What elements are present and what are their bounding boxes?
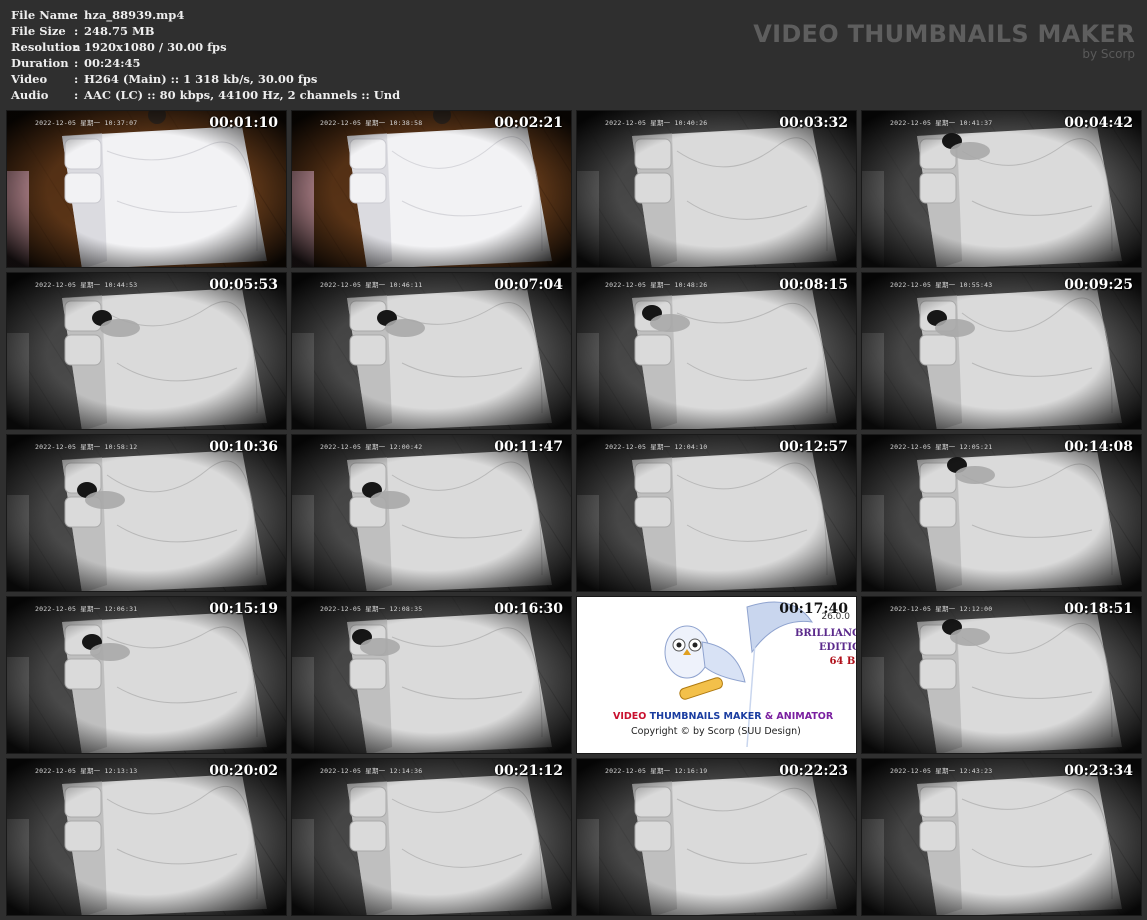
video-thumbnail[interactable]: 2022-12-05 星期一 12:04:10 00:12:57 [576, 434, 857, 592]
camera-osd-timestamp: 2022-12-05 星期一 10:48:26 [605, 281, 708, 289]
thumbnail-timestamp: 00:04:42 [1064, 115, 1133, 131]
camera-osd-timestamp: 2022-12-05 星期一 10:37:07 [35, 119, 138, 127]
video-thumbnail[interactable]: 2022-12-05 星期一 10:48:26 00:08:15 [576, 272, 857, 430]
video-thumbnail[interactable]: 2022-12-05 星期一 12:14:36 00:21:12 [291, 758, 572, 916]
meta-separator: : [74, 88, 79, 102]
meta-key: Resolution [11, 40, 81, 54]
thumbnail-timestamp: 00:11:47 [494, 439, 563, 455]
video-thumbnail[interactable]: 2022-12-05 星期一 12:16:19 00:22:23 [576, 758, 857, 916]
meta-value: 248.75 MB [84, 24, 155, 38]
meta-row: Resolution: 1920x1080 / 30.00 fps [11, 39, 400, 55]
video-thumbnail[interactable]: 2022-12-05 星期一 10:40:26 00:03:32 [576, 110, 857, 268]
video-thumbnail[interactable]: 2022-12-05 星期一 10:46:11 00:07:04 [291, 272, 572, 430]
promo-product-name: VIDEO THUMBNAILS MAKER & ANIMATOR [613, 711, 833, 722]
video-thumbnail[interactable]: 2022-12-05 星期一 12:13:13 00:20:02 [6, 758, 287, 916]
meta-row: Duration:00:24:45 [11, 55, 400, 71]
meta-row: File Name: hza_88939.mp4 [11, 7, 400, 23]
meta-key: File Name [11, 8, 77, 22]
camera-osd-timestamp: 2022-12-05 星期一 10:41:37 [890, 119, 993, 127]
meta-value: hza_88939.mp4 [84, 8, 185, 22]
camera-osd-timestamp: 2022-12-05 星期一 12:00:42 [320, 443, 423, 451]
thumbnail-timestamp: 00:10:36 [209, 439, 278, 455]
promo-edition: BRILLIANC EDITIC 64 BI [794, 627, 857, 669]
promo-edition-line: EDITIC [818, 642, 857, 653]
meta-row: Video: H264 (Main) :: 1 318 kb/s, 30.00 f… [11, 71, 400, 87]
meta-value: 1920x1080 / 30.00 fps [84, 40, 227, 54]
thumbnail-timestamp: 00:22:23 [779, 763, 848, 779]
header: File Name: hza_88939.mp4 File Size:248.75 … [0, 0, 1147, 108]
brand-subtitle: by Scorp [1082, 47, 1135, 61]
meta-separator: : [74, 40, 79, 54]
meta-separator: : [74, 56, 79, 70]
thumbnail-timestamp: 00:01:10 [209, 115, 278, 131]
camera-osd-timestamp: 2022-12-05 星期一 10:58:12 [35, 443, 138, 451]
camera-osd-timestamp: 2022-12-05 星期一 12:14:36 [320, 767, 423, 775]
promo-name-part: & ANIMATOR [764, 711, 834, 722]
video-thumbnail[interactable]: 2022-12-05 星期一 12:06:31 00:15:19 [6, 596, 287, 754]
meta-key: Video [11, 72, 48, 86]
thumbnail-timestamp: 00:09:25 [1064, 277, 1133, 293]
camera-osd-timestamp: 2022-12-05 星期一 12:13:13 [35, 767, 138, 775]
promo-name-part: VIDEO [613, 711, 650, 722]
video-thumbnail[interactable]: 2022-12-05 星期一 10:41:37 00:04:42 [861, 110, 1142, 268]
thumbnail-timestamp: 00:20:02 [209, 763, 278, 779]
thumbnail-timestamp: 00:02:21 [494, 115, 563, 131]
thumbnail-timestamp: 00:07:04 [494, 277, 563, 293]
video-thumbnail[interactable]: 2022-12-05 星期一 12:12:00 00:18:51 [861, 596, 1142, 754]
meta-value: 00:24:45 [84, 56, 141, 70]
meta-key: Audio [11, 88, 49, 102]
thumbnail-timestamp: 00:03:32 [779, 115, 848, 131]
camera-osd-timestamp: 2022-12-05 星期一 10:44:53 [35, 281, 138, 289]
thumbnail-timestamp: 00:05:53 [209, 277, 278, 293]
camera-osd-timestamp: 2022-12-05 星期一 10:46:11 [320, 281, 423, 289]
thumbnail-timestamp: 00:12:57 [779, 439, 848, 455]
thumbnail-timestamp: 00:17:40 [779, 601, 848, 617]
video-thumbnail[interactable]: 2022-12-05 星期一 10:44:53 00:05:53 [6, 272, 287, 430]
camera-osd-timestamp: 2022-12-05 星期一 12:04:10 [605, 443, 708, 451]
camera-osd-timestamp: 2022-12-05 星期一 12:12:00 [890, 605, 993, 613]
meta-key: Duration [11, 56, 69, 70]
thumbnail-timestamp: 00:23:34 [1064, 763, 1133, 779]
camera-osd-timestamp: 2022-12-05 星期一 10:38:58 [320, 119, 423, 127]
promo-name-part: THUMBNAILS MAKER [649, 711, 765, 722]
video-thumbnail[interactable]: 2022-12-05 星期一 10:55:43 00:09:25 [861, 272, 1142, 430]
thumbnail-timestamp: 00:14:08 [1064, 439, 1133, 455]
promo-edition-line: 64 BI [829, 656, 857, 667]
video-thumbnail[interactable]: 2022-12-05 星期一 12:00:42 00:11:47 [291, 434, 572, 592]
thumbnail-timestamp: 00:08:15 [779, 277, 848, 293]
camera-osd-timestamp: 2022-12-05 星期一 12:16:19 [605, 767, 708, 775]
meta-value: H264 (Main) :: 1 318 kb/s, 30.00 fps [84, 72, 318, 86]
meta-separator: : [74, 24, 79, 38]
camera-osd-timestamp: 2022-12-05 星期一 12:05:21 [890, 443, 993, 451]
thumbnail-timestamp: 00:15:19 [209, 601, 278, 617]
thumbnail-timestamp: 00:21:12 [494, 763, 563, 779]
video-thumbnail[interactable]: 2022-12-05 星期一 12:05:21 00:14:08 [861, 434, 1142, 592]
promo-copyright: Copyright © by Scorp (SUU Design) [631, 726, 801, 737]
meta-key: File Size [11, 24, 66, 38]
thumbnail-timestamp: 00:18:51 [1064, 601, 1133, 617]
thumbnail-timestamp: 00:16:30 [494, 601, 563, 617]
camera-osd-timestamp: 2022-12-05 星期一 12:08:35 [320, 605, 423, 613]
brand-watermark: VIDEO THUMBNAILS MAKER by Scorp [753, 20, 1135, 61]
meta-row: File Size:248.75 MB [11, 23, 400, 39]
camera-osd-timestamp: 2022-12-05 星期一 12:43:23 [890, 767, 993, 775]
video-thumbnail[interactable]: 2022-12-05 星期一 10:37:07 00:01:10 [6, 110, 287, 268]
video-thumbnail[interactable]: 2022-12-05 星期一 12:43:23 00:23:34 [861, 758, 1142, 916]
video-thumbnail[interactable]: 2022-12-05 星期一 10:58:12 00:10:36 [6, 434, 287, 592]
video-thumbnail[interactable]: 2022-12-05 星期一 12:08:35 00:16:30 [291, 596, 572, 754]
camera-osd-timestamp: 2022-12-05 星期一 10:40:26 [605, 119, 708, 127]
meta-value: AAC (LC) :: 80 kbps, 44100 Hz, 2 channel… [84, 88, 401, 102]
camera-osd-timestamp: 2022-12-05 星期一 10:55:43 [890, 281, 993, 289]
meta-separator: : [74, 72, 79, 86]
promo-edition-line: BRILLIANC [794, 628, 857, 639]
promo-thumbnail[interactable]: 26.0.0 BRILLIANC EDITIC 64 BI VIDEO THUM… [576, 596, 857, 754]
camera-osd-timestamp: 2022-12-05 星期一 12:06:31 [35, 605, 138, 613]
meta-separator: : [74, 8, 79, 22]
brand-title: VIDEO THUMBNAILS MAKER [753, 20, 1135, 48]
meta-row: Audio: AAC (LC) :: 80 kbps, 44100 Hz, 2 c… [11, 87, 400, 103]
video-thumbnail[interactable]: 2022-12-05 星期一 10:38:58 00:02:21 [291, 110, 572, 268]
file-info: File Name: hza_88939.mp4 File Size:248.75 … [11, 7, 400, 103]
